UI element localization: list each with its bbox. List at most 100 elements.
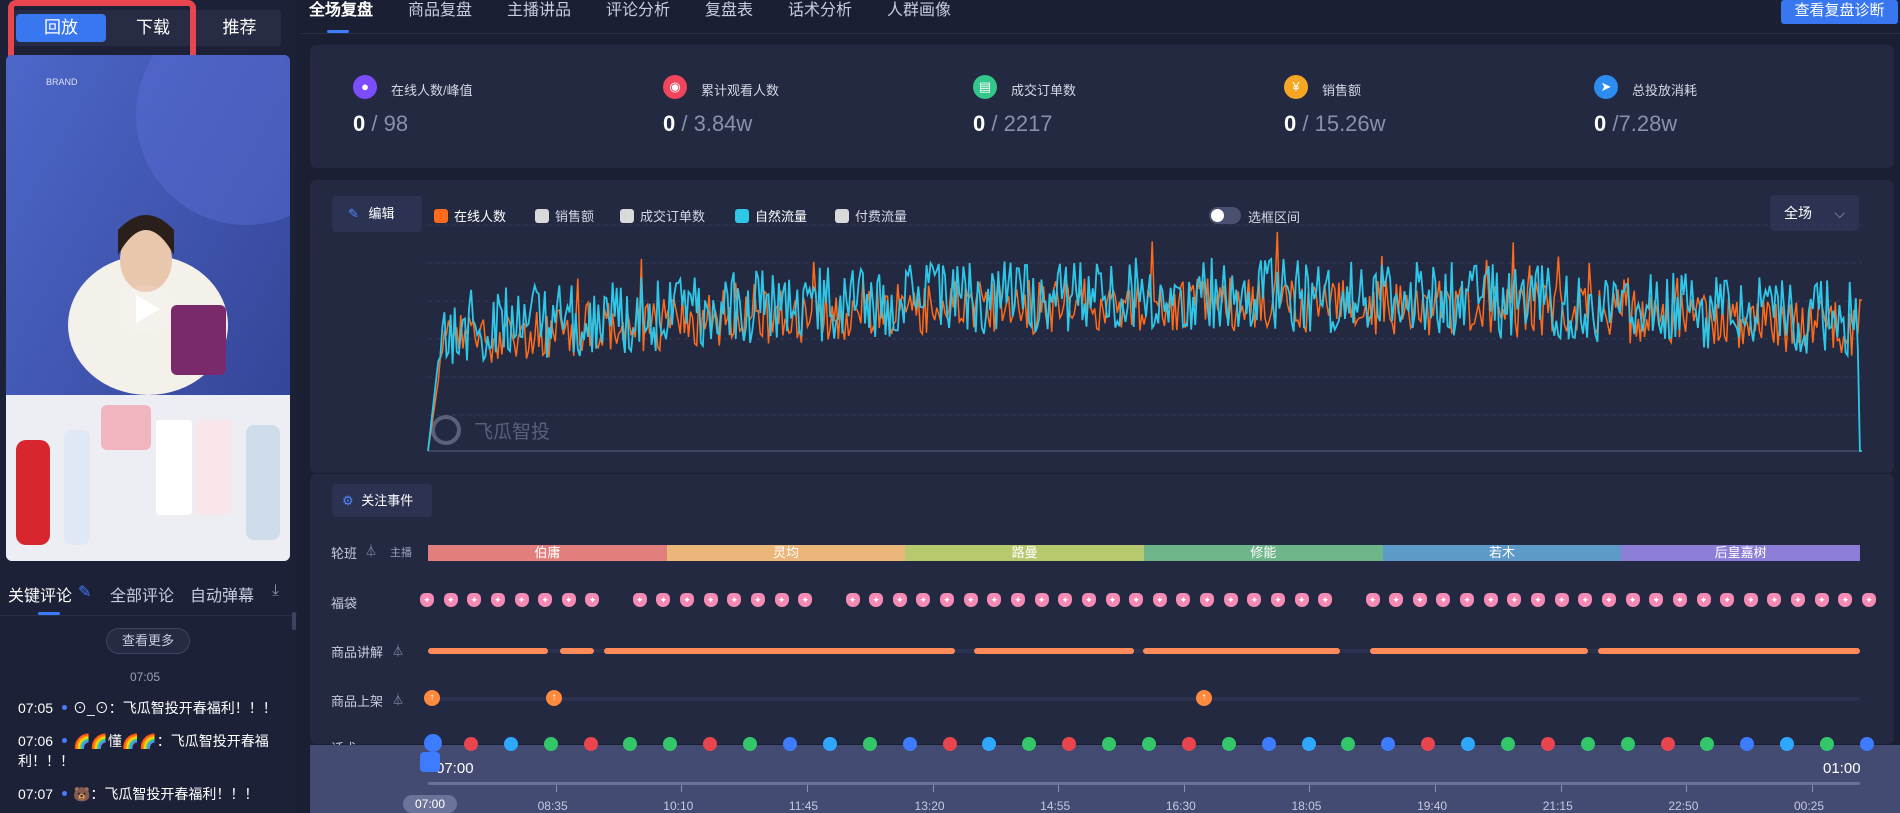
lucky-bag-icon[interactable]: ✦ bbox=[774, 593, 789, 607]
listing-marker[interactable]: ↑ bbox=[546, 690, 562, 706]
filter-icon[interactable]: ⏃ bbox=[392, 642, 404, 659]
lucky-bag-icon[interactable]: ✦ bbox=[1814, 593, 1829, 607]
nav-review-table[interactable]: 复盘表 bbox=[705, 0, 753, 30]
lucky-bag-icon[interactable]: ✦ bbox=[1081, 593, 1096, 607]
lucky-bag-icon[interactable]: ✦ bbox=[703, 593, 718, 607]
lucky-bag-icon[interactable]: ✦ bbox=[1601, 593, 1616, 607]
explain-segment[interactable] bbox=[1128, 648, 1134, 654]
explain-segment[interactable] bbox=[1598, 648, 1860, 654]
script-marker[interactable] bbox=[543, 737, 558, 751]
tab-key-comments[interactable]: 关键评论 bbox=[8, 582, 72, 606]
nav-audience[interactable]: 人群画像 bbox=[887, 0, 951, 30]
lucky-bag-icon[interactable]: ✦ bbox=[750, 593, 765, 607]
lucky-bag-icon[interactable]: ✦ bbox=[1791, 593, 1806, 607]
script-marker[interactable] bbox=[1501, 737, 1515, 751]
script-marker[interactable] bbox=[1860, 737, 1874, 751]
explain-segment[interactable] bbox=[1143, 648, 1340, 654]
script-marker[interactable] bbox=[1221, 737, 1236, 751]
explain-segment[interactable] bbox=[1370, 648, 1588, 654]
shift-segment[interactable]: 路曼 bbox=[905, 545, 1144, 561]
lucky-bag-icon[interactable]: ✦ bbox=[1034, 593, 1049, 607]
shift-segment[interactable]: 若木 bbox=[1382, 545, 1622, 561]
nav-full-review[interactable]: 全场复盘 bbox=[309, 0, 373, 30]
lucky-bag-icon[interactable]: ✦ bbox=[632, 593, 647, 607]
script-marker[interactable] bbox=[1820, 737, 1835, 751]
lucky-bag-icon[interactable]: ✦ bbox=[1554, 593, 1569, 607]
script-marker[interactable] bbox=[1102, 737, 1117, 751]
shift-segment[interactable]: 伯庸 bbox=[428, 545, 667, 561]
script-marker[interactable] bbox=[1580, 737, 1595, 751]
left-scrollbar[interactable] bbox=[292, 612, 296, 630]
focus-events-button[interactable]: ⚙ 关注事件 bbox=[332, 484, 432, 517]
tab-auto-danmaku[interactable]: 自动弹幕 bbox=[190, 582, 254, 606]
nav-product-review[interactable]: 商品复盘 bbox=[408, 0, 472, 30]
lucky-bag-icon[interactable]: ✦ bbox=[1862, 593, 1876, 607]
script-marker[interactable] bbox=[1461, 737, 1476, 751]
script-marker[interactable] bbox=[1261, 737, 1276, 751]
explain-segment[interactable] bbox=[974, 648, 1134, 654]
lucky-bag-icon[interactable]: ✦ bbox=[1223, 593, 1238, 607]
diagnosis-button[interactable]: 查看复盘诊断 bbox=[1781, 0, 1898, 24]
script-marker[interactable] bbox=[1540, 737, 1555, 751]
script-marker[interactable] bbox=[743, 737, 758, 751]
script-marker[interactable] bbox=[1660, 737, 1675, 751]
lucky-bag-icon[interactable]: ✦ bbox=[1294, 593, 1309, 607]
explain-segment[interactable] bbox=[560, 648, 594, 654]
lucky-bag-icon[interactable]: ✦ bbox=[1365, 593, 1380, 607]
script-marker[interactable] bbox=[1142, 737, 1156, 751]
nav-comment-analysis[interactable]: 评论分析 bbox=[606, 0, 670, 30]
lucky-bag-icon[interactable]: ✦ bbox=[1152, 593, 1167, 607]
tab-all-comments[interactable]: 全部评论 bbox=[110, 582, 174, 606]
nav-anchor-product[interactable]: 主播讲品 bbox=[507, 0, 571, 30]
script-marker[interactable] bbox=[424, 734, 442, 752]
lucky-bag-icon[interactable]: ✦ bbox=[420, 593, 434, 607]
script-marker[interactable] bbox=[463, 737, 478, 751]
listing-marker[interactable]: ↑ bbox=[1196, 690, 1212, 706]
lucky-bag-icon[interactable]: ✦ bbox=[940, 593, 955, 607]
lucky-bag-icon[interactable]: ✦ bbox=[1672, 593, 1687, 607]
lucky-bag-icon[interactable]: ✦ bbox=[1105, 593, 1120, 607]
lucky-bag-icon[interactable]: ✦ bbox=[1696, 593, 1711, 607]
lucky-bag-icon[interactable]: ✦ bbox=[1483, 593, 1498, 607]
script-marker[interactable] bbox=[822, 737, 837, 751]
lucky-bag-icon[interactable]: ✦ bbox=[892, 593, 907, 607]
lucky-bag-icon[interactable]: ✦ bbox=[490, 593, 505, 607]
lucky-bag-icon[interactable]: ✦ bbox=[514, 593, 529, 607]
lucky-bag-icon[interactable]: ✦ bbox=[1200, 593, 1215, 607]
shift-segment[interactable]: 后皇嘉树 bbox=[1621, 545, 1860, 561]
script-marker[interactable] bbox=[1301, 737, 1316, 751]
shift-segment[interactable]: 灵均 bbox=[666, 545, 906, 561]
lucky-bag-icon[interactable]: ✦ bbox=[1625, 593, 1640, 607]
lucky-bag-icon[interactable]: ✦ bbox=[443, 593, 458, 607]
script-marker[interactable] bbox=[942, 737, 957, 751]
see-more-button[interactable]: 查看更多 bbox=[106, 628, 190, 654]
lucky-bag-icon[interactable]: ✦ bbox=[963, 593, 978, 607]
explain-segment[interactable] bbox=[428, 648, 548, 654]
script-marker[interactable] bbox=[1181, 737, 1196, 751]
script-marker[interactable] bbox=[783, 737, 797, 751]
lucky-bag-icon[interactable]: ✦ bbox=[680, 593, 695, 607]
lucky-bag-icon[interactable]: ✦ bbox=[1743, 593, 1758, 607]
video-player[interactable]: BRAND bbox=[6, 55, 290, 561]
edit-icon[interactable]: ✎ bbox=[78, 582, 91, 602]
tab-recommend[interactable]: 推荐 bbox=[198, 10, 281, 46]
lucky-bag-icon[interactable]: ✦ bbox=[1531, 593, 1546, 607]
listing-marker[interactable]: ↑ bbox=[424, 690, 440, 706]
filter-icon[interactable]: ⏃ bbox=[392, 691, 404, 708]
lucky-bag-icon[interactable]: ✦ bbox=[1412, 593, 1427, 607]
lucky-bag-icon[interactable]: ✦ bbox=[845, 593, 860, 607]
timeline-handle[interactable] bbox=[420, 752, 440, 772]
nav-script-analysis[interactable]: 话术分析 bbox=[788, 0, 852, 30]
script-marker[interactable] bbox=[1620, 737, 1635, 751]
shift-segment[interactable]: 修能 bbox=[1144, 545, 1383, 561]
download-icon[interactable]: ⤓ bbox=[272, 582, 279, 600]
explain-segment[interactable] bbox=[604, 648, 955, 654]
script-marker[interactable] bbox=[862, 737, 877, 751]
filter-icon[interactable]: ⏃ bbox=[365, 542, 377, 559]
script-marker[interactable] bbox=[902, 737, 917, 751]
script-marker[interactable] bbox=[583, 737, 598, 751]
lucky-bag-icon[interactable]: ✦ bbox=[1271, 593, 1286, 607]
lucky-bag-icon[interactable]: ✦ bbox=[561, 593, 576, 607]
script-marker[interactable] bbox=[503, 737, 518, 751]
lucky-bag-icon[interactable]: ✦ bbox=[1010, 593, 1025, 607]
